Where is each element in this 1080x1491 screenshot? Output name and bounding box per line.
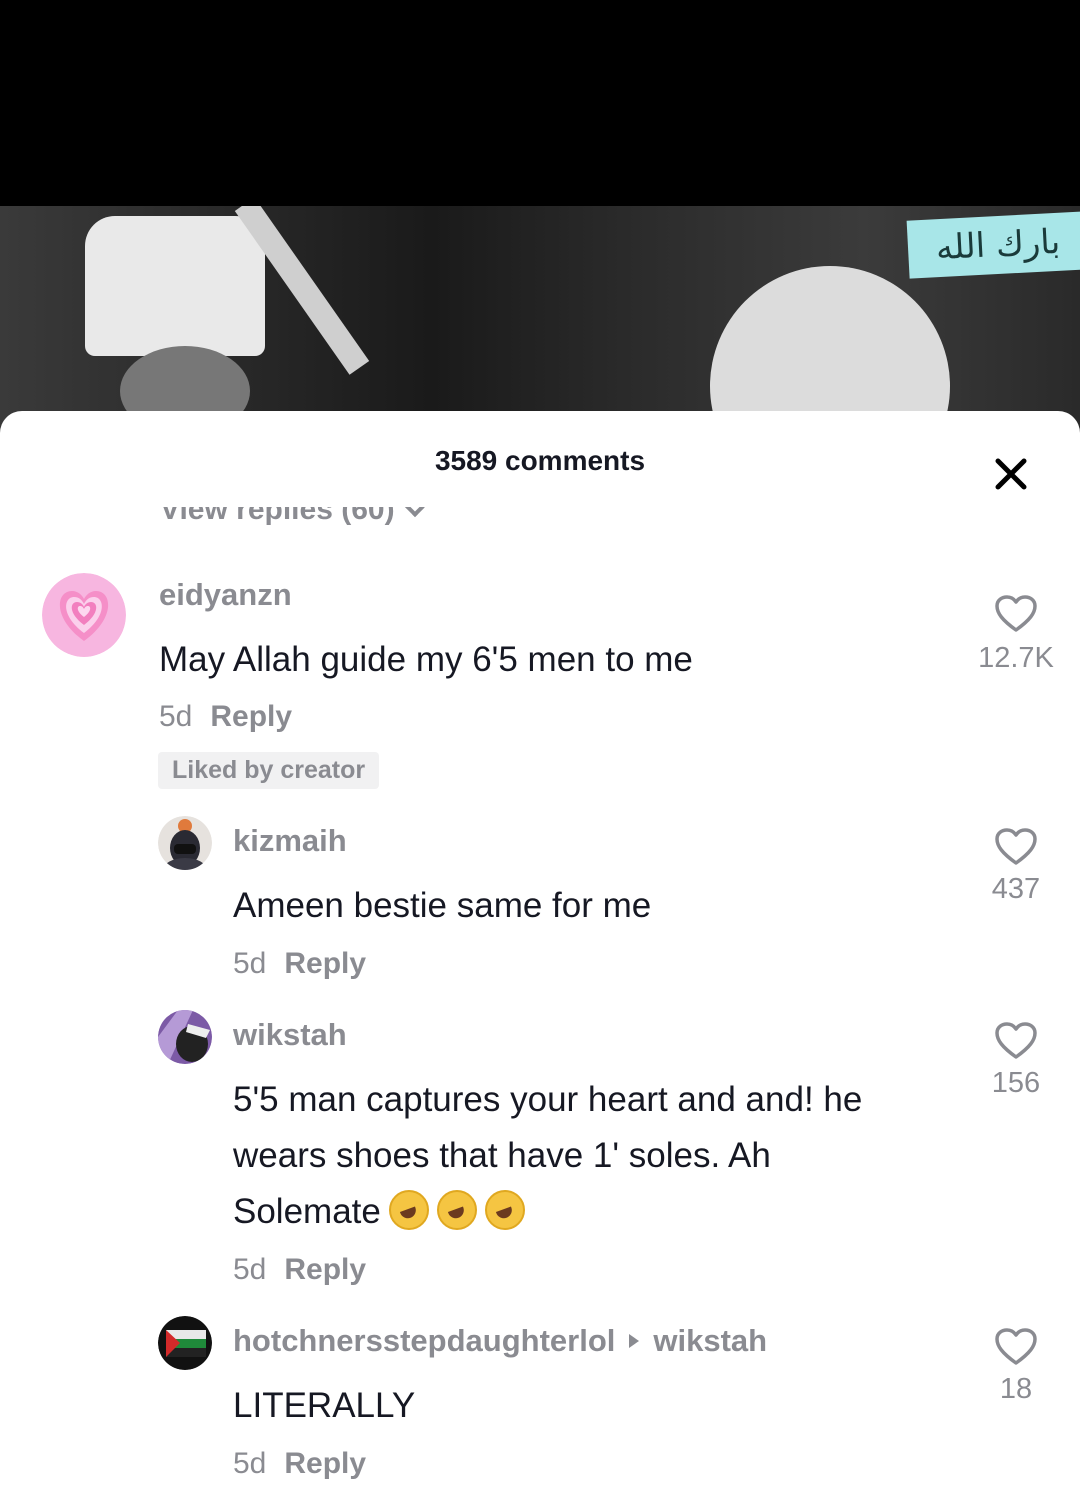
comment-text-line: Solemate <box>233 1184 862 1240</box>
comment-time: 5d <box>233 1447 267 1480</box>
comment-username[interactable]: kizmaih <box>233 823 347 859</box>
heart-icon[interactable] <box>994 594 1038 634</box>
flag-photo-avatar[interactable] <box>158 1316 212 1370</box>
pink-heart-avatar[interactable] <box>42 573 126 657</box>
comment-text: 5'5 man captures your heart and and! he … <box>233 1072 862 1240</box>
chevron-down-icon <box>400 507 425 518</box>
comments-count-title: 3589 comments <box>434 445 646 476</box>
liked-by-creator-badge: Liked by creator <box>158 752 380 789</box>
reply-button[interactable]: Reply <box>284 1447 366 1480</box>
video-player[interactable]: بارك الله <box>0 206 1080 436</box>
like-count: 156 <box>991 1067 1041 1099</box>
view-replies-label: View replies (60) <box>160 493 395 526</box>
comment-meta: 5d Reply <box>233 947 366 981</box>
video-letterbox-top <box>0 0 1080 206</box>
replied-to-username[interactable]: wikstah <box>653 1323 767 1358</box>
comment-username[interactable]: wikstah <box>233 1017 347 1053</box>
like-count: 437 <box>991 873 1041 905</box>
comment-text: LITERALLY <box>233 1386 416 1425</box>
user-photo-avatar[interactable] <box>158 816 212 870</box>
reply-button[interactable]: Reply <box>284 1253 366 1286</box>
caret-right-icon <box>629 1333 640 1348</box>
comment-text: May Allah guide my 6'5 men to me <box>159 640 693 679</box>
comment-meta: 5d Reply <box>233 1447 366 1481</box>
rolling-on-floor-laughing-emoji <box>436 1189 477 1230</box>
heart-icon[interactable] <box>994 1021 1038 1061</box>
comment-meta: 5d Reply <box>159 700 292 734</box>
reply-username[interactable]: hotchnersstepdaughterlol <box>233 1323 615 1358</box>
comment-username: hotchnersstepdaughterlol wikstah <box>233 1323 767 1359</box>
rolling-on-floor-laughing-emoji <box>484 1189 525 1230</box>
heart-icon[interactable] <box>994 827 1038 867</box>
comment-time: 5d <box>233 1253 267 1286</box>
video-figure-cap <box>85 216 265 356</box>
comment-text-word: Solemate <box>233 1192 381 1231</box>
comment-time: 5d <box>233 947 267 980</box>
comment-text-line: 5'5 man captures your heart and and! he <box>233 1080 863 1119</box>
close-icon[interactable] <box>988 451 1034 497</box>
like-count: 12.7K <box>978 642 1054 674</box>
comment-meta: 5d Reply <box>233 1253 366 1287</box>
comment-time: 5d <box>159 700 193 733</box>
reply-button[interactable]: Reply <box>210 700 292 733</box>
like-count: 18 <box>999 1373 1033 1405</box>
comment-text-line: wears shoes that have 1' soles. Ah <box>233 1136 771 1175</box>
comments-sheet: 3589 comments View replies (60) eidyanzn… <box>0 411 1080 1491</box>
view-replies-button[interactable]: View replies (60) <box>160 493 425 527</box>
user-photo-avatar[interactable] <box>158 1010 212 1064</box>
video-banner: بارك الله <box>906 211 1080 279</box>
reply-button[interactable]: Reply <box>284 947 366 980</box>
comment-text: Ameen bestie same for me <box>233 886 652 925</box>
rolling-on-floor-laughing-emoji <box>388 1189 429 1230</box>
heart-icon[interactable] <box>994 1327 1038 1367</box>
comment-username[interactable]: eidyanzn <box>159 577 292 613</box>
